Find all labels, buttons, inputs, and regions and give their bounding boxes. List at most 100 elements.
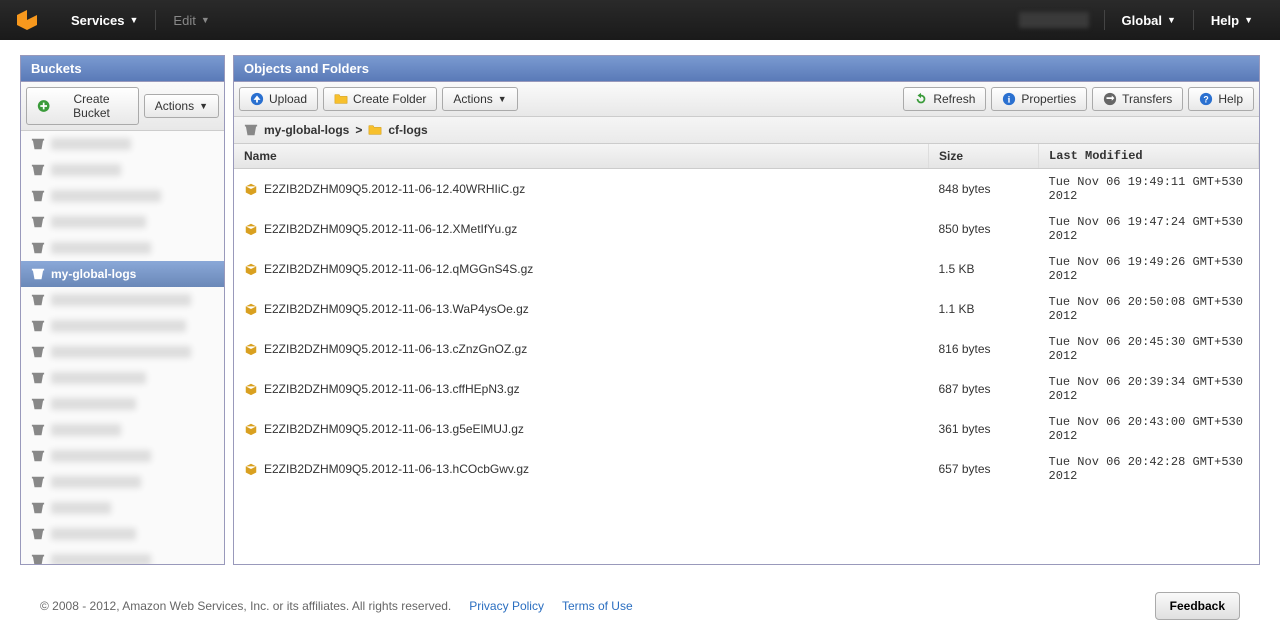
bucket-item-redacted[interactable] — [21, 521, 224, 547]
file-icon — [244, 462, 258, 476]
bucket-item-redacted[interactable] — [21, 365, 224, 391]
create-bucket-label: Create Bucket — [55, 92, 127, 120]
chevron-down-icon: ▼ — [1167, 15, 1176, 25]
table-row[interactable]: E2ZIB2DZHM09Q5.2012-11-06-13.WaP4ysOe.gz… — [234, 289, 1259, 329]
object-name: E2ZIB2DZHM09Q5.2012-11-06-13.cffHEpN3.gz — [264, 382, 520, 396]
account-name-redacted[interactable] — [1019, 12, 1089, 28]
bucket-item-redacted[interactable] — [21, 417, 224, 443]
object-modified: Tue Nov 06 20:39:34 GMT+530 2012 — [1039, 369, 1259, 409]
bucket-item-selected[interactable]: my-global-logs — [21, 261, 224, 287]
folder-icon — [368, 123, 382, 137]
feedback-button[interactable]: Feedback — [1155, 592, 1240, 620]
privacy-link[interactable]: Privacy Policy — [469, 599, 544, 613]
aws-logo-icon[interactable] — [15, 8, 39, 32]
nav-divider — [155, 10, 156, 30]
table-row[interactable]: E2ZIB2DZHM09Q5.2012-11-06-12.40WRHIiC.gz… — [234, 169, 1259, 210]
terms-link[interactable]: Terms of Use — [562, 599, 633, 613]
object-modified: Tue Nov 06 19:49:11 GMT+530 2012 — [1039, 169, 1259, 210]
bucket-actions-button[interactable]: Actions ▼ — [144, 94, 219, 118]
bucket-item-redacted[interactable] — [21, 391, 224, 417]
column-header-name[interactable]: Name — [234, 144, 929, 169]
create-folder-label: Create Folder — [353, 92, 426, 106]
chevron-down-icon: ▼ — [130, 15, 139, 25]
breadcrumb-bucket[interactable]: my-global-logs — [264, 123, 349, 137]
breadcrumb-folder[interactable]: cf-logs — [388, 123, 427, 137]
top-nav: Services ▼ Edit ▼ Global ▼ Help ▼ — [0, 0, 1280, 40]
object-name: E2ZIB2DZHM09Q5.2012-11-06-13.hCOcbGwv.gz — [264, 462, 529, 476]
object-name: E2ZIB2DZHM09Q5.2012-11-06-12.qMGGnS4S.gz — [264, 262, 533, 276]
object-name: E2ZIB2DZHM09Q5.2012-11-06-13.g5eElMUJ.gz — [264, 422, 524, 436]
breadcrumb: my-global-logs > cf-logs — [234, 117, 1259, 144]
properties-button[interactable]: Properties — [991, 87, 1087, 111]
file-icon — [244, 302, 258, 316]
services-menu[interactable]: Services ▼ — [59, 13, 150, 28]
bucket-item-redacted[interactable] — [21, 443, 224, 469]
bucket-item-redacted[interactable] — [21, 313, 224, 339]
object-size: 361 bytes — [929, 409, 1039, 449]
upload-button[interactable]: Upload — [239, 87, 318, 111]
buckets-panel: Buckets Create Bucket Actions ▼ my-globa… — [20, 55, 225, 565]
object-modified: Tue Nov 06 19:47:24 GMT+530 2012 — [1039, 209, 1259, 249]
chevron-down-icon: ▼ — [498, 94, 507, 104]
bucket-list[interactable]: my-global-logs — [21, 131, 224, 564]
file-icon — [244, 382, 258, 396]
transfers-button[interactable]: Transfers — [1092, 87, 1183, 111]
breadcrumb-separator: > — [355, 123, 362, 137]
bucket-item-redacted[interactable] — [21, 547, 224, 564]
object-modified: Tue Nov 06 20:42:28 GMT+530 2012 — [1039, 449, 1259, 489]
bucket-item-redacted[interactable] — [21, 131, 224, 157]
file-icon — [244, 182, 258, 196]
objects-panel-title: Objects and Folders — [234, 56, 1259, 82]
table-row[interactable]: E2ZIB2DZHM09Q5.2012-11-06-13.hCOcbGwv.gz… — [234, 449, 1259, 489]
bucket-item-redacted[interactable] — [21, 183, 224, 209]
object-size: 848 bytes — [929, 169, 1039, 210]
table-row[interactable]: E2ZIB2DZHM09Q5.2012-11-06-13.cffHEpN3.gz… — [234, 369, 1259, 409]
column-header-modified[interactable]: Last Modified — [1039, 144, 1259, 169]
object-name: E2ZIB2DZHM09Q5.2012-11-06-13.WaP4ysOe.gz — [264, 302, 529, 316]
object-size: 1.1 KB — [929, 289, 1039, 329]
chevron-down-icon: ▼ — [1244, 15, 1253, 25]
bucket-item-redacted[interactable] — [21, 235, 224, 261]
buckets-toolbar: Create Bucket Actions ▼ — [21, 82, 224, 131]
objects-panel: Objects and Folders Upload Create Folder… — [233, 55, 1260, 565]
table-row[interactable]: E2ZIB2DZHM09Q5.2012-11-06-12.XMetIfYu.gz… — [234, 209, 1259, 249]
bucket-item-redacted[interactable] — [21, 287, 224, 313]
bucket-item-redacted[interactable] — [21, 495, 224, 521]
help-button[interactable]: Help — [1188, 87, 1254, 111]
edit-menu[interactable]: Edit ▼ — [161, 13, 221, 28]
table-row[interactable]: E2ZIB2DZHM09Q5.2012-11-06-12.qMGGnS4S.gz… — [234, 249, 1259, 289]
object-modified: Tue Nov 06 19:49:26 GMT+530 2012 — [1039, 249, 1259, 289]
object-actions-button[interactable]: Actions ▼ — [442, 87, 517, 111]
table-row[interactable]: E2ZIB2DZHM09Q5.2012-11-06-13.g5eElMUJ.gz… — [234, 409, 1259, 449]
column-header-size[interactable]: Size — [929, 144, 1039, 169]
object-size: 816 bytes — [929, 329, 1039, 369]
bucket-item-redacted[interactable] — [21, 469, 224, 495]
table-row[interactable]: E2ZIB2DZHM09Q5.2012-11-06-13.cZnzGnOZ.gz… — [234, 329, 1259, 369]
bucket-item-label: my-global-logs — [51, 267, 136, 281]
refresh-button[interactable]: Refresh — [903, 87, 986, 111]
chevron-down-icon: ▼ — [199, 101, 208, 111]
help-menu[interactable]: Help ▼ — [1199, 13, 1265, 28]
bucket-item-redacted[interactable] — [21, 209, 224, 235]
object-modified: Tue Nov 06 20:43:00 GMT+530 2012 — [1039, 409, 1259, 449]
upload-label: Upload — [269, 92, 307, 106]
refresh-label: Refresh — [933, 92, 975, 106]
create-bucket-button[interactable]: Create Bucket — [26, 87, 139, 125]
objects-toolbar: Upload Create Folder Actions ▼ Refresh P… — [234, 82, 1259, 117]
footer: © 2008 - 2012, Amazon Web Services, Inc.… — [0, 580, 1280, 632]
region-menu[interactable]: Global ▼ — [1110, 13, 1188, 28]
bucket-item-redacted[interactable] — [21, 157, 224, 183]
edit-label: Edit — [173, 13, 195, 28]
create-folder-button[interactable]: Create Folder — [323, 87, 437, 111]
actions-label: Actions — [453, 92, 492, 106]
object-size: 850 bytes — [929, 209, 1039, 249]
properties-label: Properties — [1021, 92, 1076, 106]
services-label: Services — [71, 13, 125, 28]
file-icon — [244, 222, 258, 236]
object-modified: Tue Nov 06 20:45:30 GMT+530 2012 — [1039, 329, 1259, 369]
file-icon — [244, 342, 258, 356]
bucket-item-redacted[interactable] — [21, 339, 224, 365]
object-size: 687 bytes — [929, 369, 1039, 409]
actions-label: Actions — [155, 99, 194, 113]
region-label: Global — [1122, 13, 1162, 28]
